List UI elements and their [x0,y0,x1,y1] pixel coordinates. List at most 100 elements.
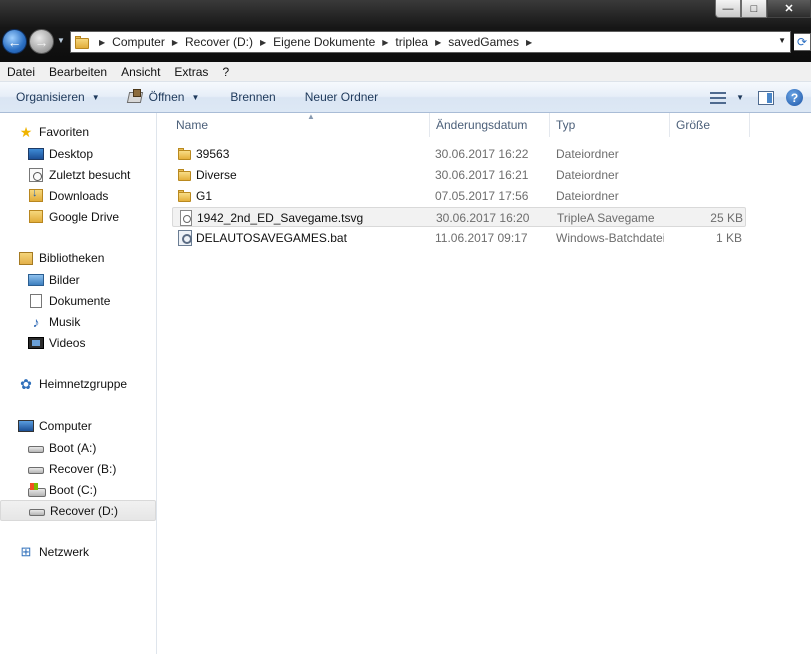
column-header-label: Größe [676,118,711,132]
file-date: 07.05.2017 17:56 [435,189,529,203]
burn-label: Brennen [230,90,276,104]
column-header-size[interactable]: Größe [670,113,750,137]
nav-item-pictures[interactable]: Bilder [0,269,156,290]
file-name: DELAUTOSAVEGAMES.bat [196,231,347,245]
nav-item-label: Recover (B:) [49,461,117,476]
nav-item-music[interactable]: ♪ Musik [0,311,156,332]
nav-item-label: Boot (A:) [49,440,97,455]
breadcrumb-recover-d[interactable]: Recover (D:) [184,35,254,49]
nav-item-boot-a[interactable]: Boot (A:) [0,437,156,458]
nav-item-recent-places[interactable]: Zuletzt besucht [0,164,156,185]
preview-pane-icon[interactable] [758,90,774,105]
star-icon: ★ [19,123,33,140]
breadcrumb-savedgames[interactable]: savedGames [447,35,520,49]
nav-homegroup[interactable]: ✿ Heimnetzgruppe [0,374,156,394]
hard-drive-icon [28,440,44,456]
arrow-right-icon: → [34,33,49,50]
breadcrumb-computer[interactable]: Computer [111,35,166,49]
chevron-right-icon[interactable]: ▶ [435,38,441,47]
nav-item-recover-b[interactable]: Recover (B:) [0,458,156,479]
organize-label: Organisieren [16,90,85,104]
open-with-icon [126,89,145,105]
address-bar[interactable]: ▶ Computer ▶ Recover (D:) ▶ Eigene Dokum… [70,31,791,53]
nav-item-label: Musik [49,314,81,329]
nav-libraries-label: Bibliotheken [39,251,105,265]
nav-computer[interactable]: Computer [0,416,156,436]
menu-datei[interactable]: Datei [0,65,42,79]
menu-extras[interactable]: Extras [167,65,215,79]
refresh-icon: ⟳ [796,35,808,49]
organize-button[interactable]: Organisieren ▼ [0,85,109,109]
burn-button[interactable]: Brennen [208,85,284,109]
maximize-button[interactable]: □ [741,0,767,18]
column-header-label: Name [176,118,209,132]
column-header-date[interactable]: Änderungsdatum [430,113,550,137]
change-view-icon[interactable] [710,91,727,104]
nav-item-label: Google Drive [49,209,120,224]
window-controls: — □ ✕ [715,0,811,18]
nav-item-downloads[interactable]: Downloads [0,185,156,206]
new-folder-label: Neuer Ordner [304,90,379,104]
file-name: 1942_2nd_ED_Savegame.tsvg [197,211,364,225]
nav-item-videos[interactable]: Videos [0,332,156,353]
nav-favorites[interactable]: ★ Favoriten [0,122,156,142]
menu-help[interactable]: ? [215,65,236,79]
recent-pages-dropdown[interactable]: ▼ [57,36,67,46]
libraries-icon [18,250,34,266]
folder-icon [177,146,193,162]
nav-item-recover-d[interactable]: Recover (D:) [0,500,156,521]
file-row-diverse[interactable]: Diverse 30.06.2017 16:21 Dateiordner [172,165,746,185]
minimize-button[interactable]: — [715,0,741,18]
file-date: 11.06.2017 09:17 [435,231,528,245]
address-history-dropdown[interactable]: ▼ [778,36,786,45]
nav-item-label: Recover (D:) [50,503,119,518]
column-header-type[interactable]: Typ [550,113,670,137]
file-row-g1[interactable]: G1 07.05.2017 17:56 Dateiordner [172,186,746,206]
menu-bearbeiten[interactable]: Bearbeiten [42,65,114,79]
nav-network-label: Netzwerk [39,545,90,559]
file-row-39563[interactable]: 39563 30.06.2017 16:22 Dateiordner [172,144,746,164]
file-row-savegame[interactable]: 1942_2nd_ED_Savegame.tsvg 30.06.2017 16:… [172,207,746,227]
file-list: Name ▲ Änderungsdatum Typ Größe 39563 30… [158,112,811,654]
hard-drive-icon [29,503,45,519]
nav-item-label: Downloads [49,188,109,203]
chevron-right-icon[interactable]: ▶ [260,38,266,47]
help-button[interactable]: ? [786,89,803,106]
google-drive-folder-icon [28,209,44,225]
column-header-name[interactable]: Name ▲ [170,112,430,137]
nav-item-label: Desktop [49,146,94,161]
view-options-dropdown[interactable]: ▼ [736,93,744,102]
open-button[interactable]: Öffnen ▼ [109,85,209,109]
chevron-right-icon[interactable]: ▶ [172,38,178,47]
file-row-batch[interactable]: DELAUTOSAVEGAMES.bat 11.06.2017 09:17 Wi… [172,228,746,248]
nav-item-boot-c[interactable]: Boot (C:) [0,479,156,500]
nav-network[interactable]: ⊞ Netzwerk [0,542,156,562]
music-note-icon: ♪ [32,313,40,330]
file-size: 1 KB [715,231,742,245]
chevron-right-icon[interactable]: ▶ [382,38,388,47]
nav-item-desktop[interactable]: Desktop [0,143,156,164]
forward-button[interactable]: → [29,29,54,54]
close-button[interactable]: ✕ [767,0,811,18]
breadcrumb-triplea[interactable]: triplea [394,35,429,49]
file-type: Windows-Batchdatei [556,231,664,245]
nav-libraries[interactable]: Bibliotheken [0,248,156,268]
downloads-folder-icon [28,187,44,204]
hard-drive-icon [28,461,44,477]
nav-item-label: Boot (C:) [49,482,98,497]
file-type: Dateiordner [556,147,619,161]
batch-file-icon [178,230,192,246]
chevron-right-icon[interactable]: ▶ [99,38,105,47]
nav-item-google-drive[interactable]: Google Drive [0,206,156,227]
arrow-left-icon: ← [7,33,22,50]
refresh-button[interactable]: ⟳ [794,33,811,51]
breadcrumb-eigene-dokumente[interactable]: Eigene Dokumente [272,35,376,49]
new-folder-button[interactable]: Neuer Ordner [285,85,387,109]
file-type: TripleA Savegame [557,211,655,225]
menu-ansicht[interactable]: Ansicht [114,65,167,79]
back-button[interactable]: ← [2,29,27,54]
chevron-down-icon: ▼ [191,92,200,102]
file-name: G1 [196,189,213,203]
nav-item-documents[interactable]: Dokumente [0,290,156,311]
chevron-right-icon[interactable]: ▶ [526,38,532,47]
